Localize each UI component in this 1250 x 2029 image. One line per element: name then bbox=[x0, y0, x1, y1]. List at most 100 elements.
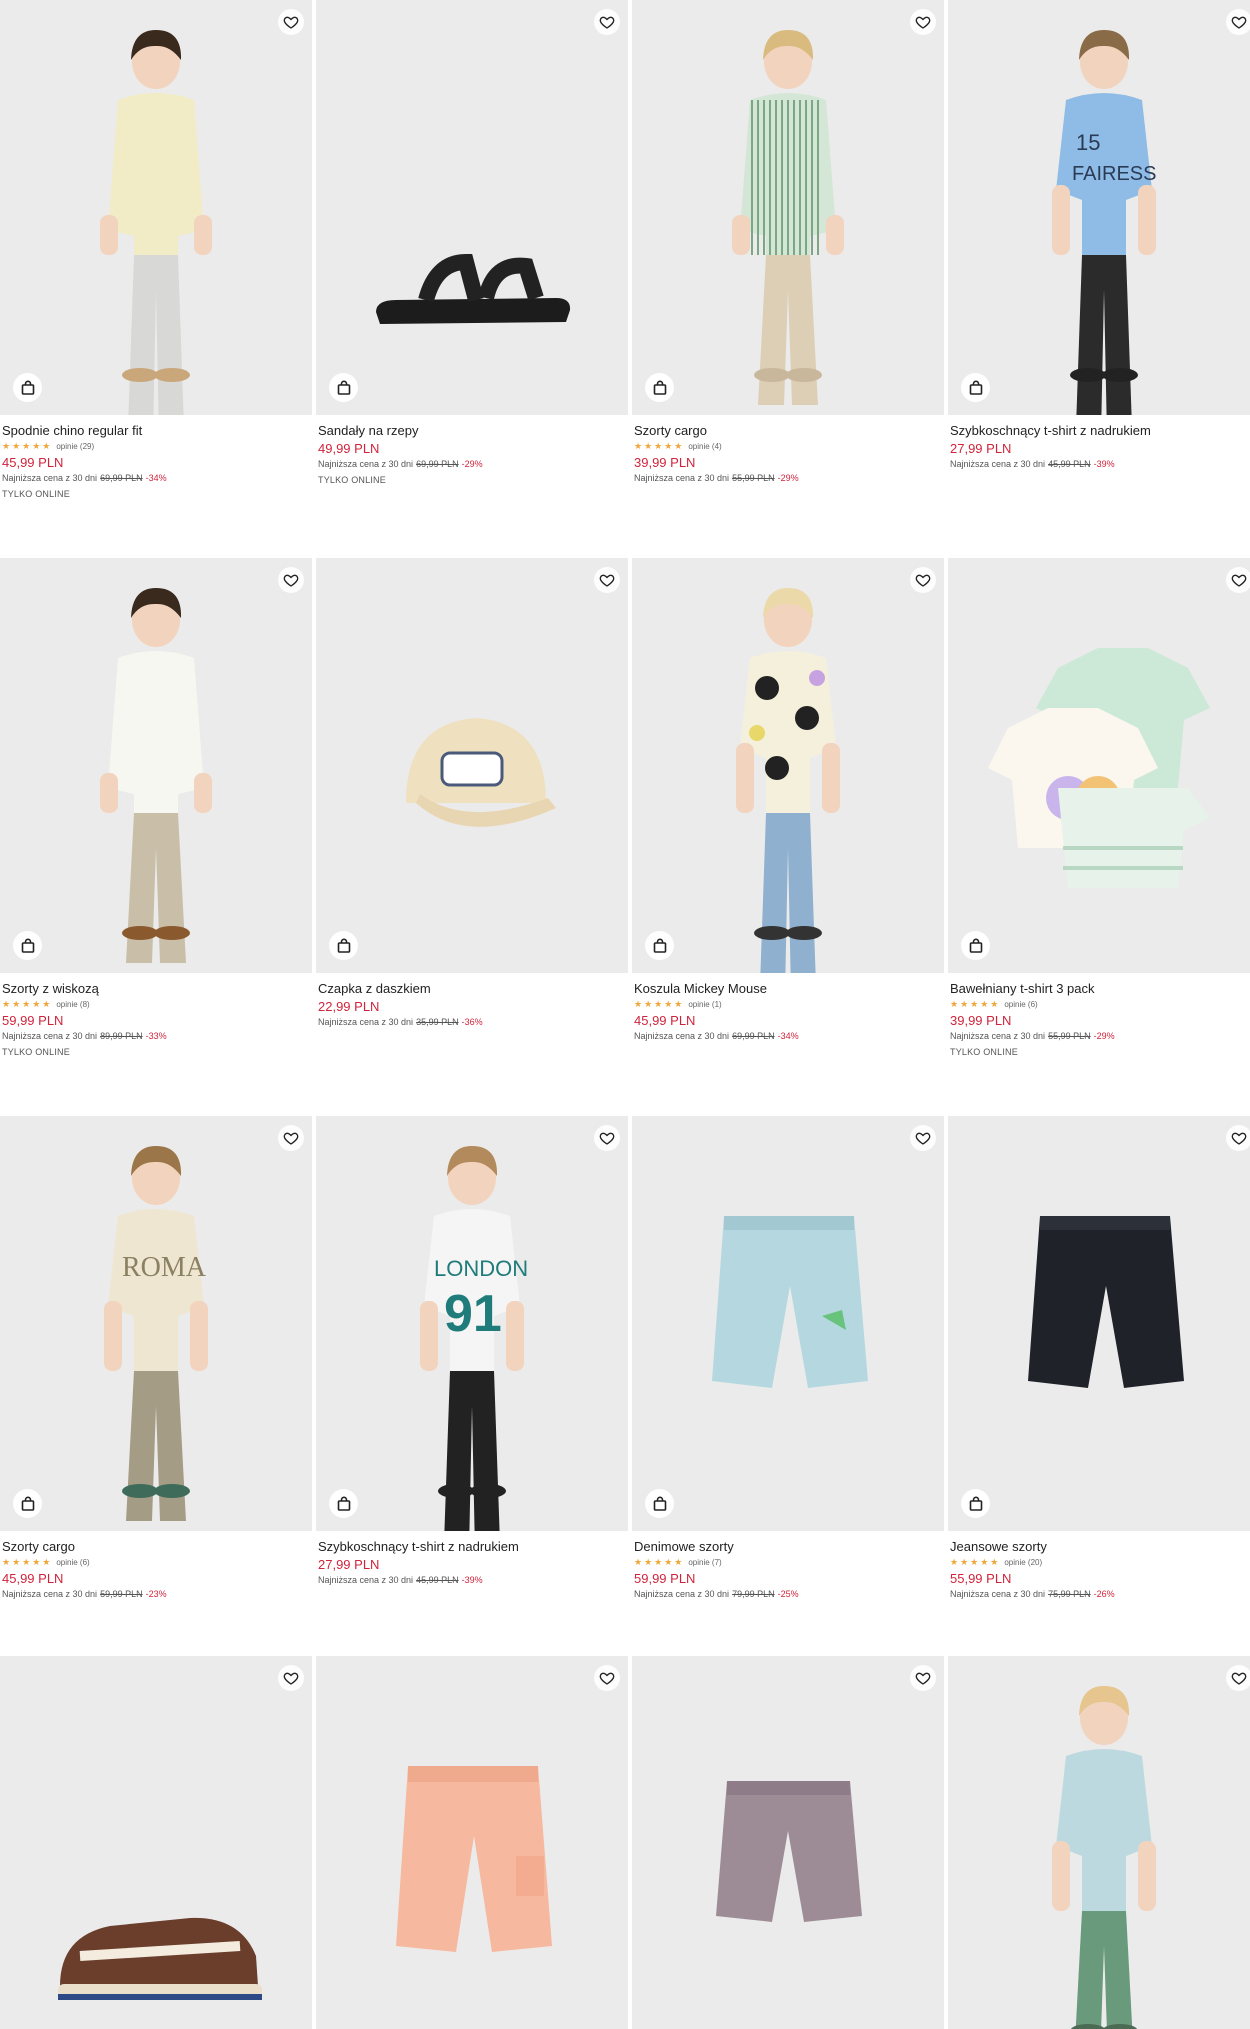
product-card[interactable]: LONDON 91 Szybkoschnący t-shirt z nadruki… bbox=[316, 1116, 628, 1587]
product-name[interactable]: Czapka z daszkiem bbox=[318, 980, 626, 997]
wishlist-heart-icon[interactable] bbox=[594, 567, 620, 593]
add-to-cart-bag-icon[interactable] bbox=[961, 1489, 990, 1518]
product-card[interactable]: Szorty cargo ★★★★★ opinie (4) 39,99 PLN … bbox=[632, 0, 944, 485]
wishlist-heart-icon[interactable] bbox=[910, 9, 936, 35]
product-card[interactable] bbox=[316, 1656, 628, 2029]
lowest-price-label: Najniższa cena z 30 dni bbox=[634, 1031, 730, 1041]
discount-percent: -39% bbox=[461, 1575, 483, 1585]
product-card[interactable]: Sandały na rzepy 49,99 PLN Najniższa cena… bbox=[316, 0, 628, 485]
lowest-price-30-days: Najniższa cena z 30 dni 55,99 PLN -29% bbox=[634, 471, 942, 485]
product-info: Szorty z wiskozą ★★★★★ opinie (8) 59,99 … bbox=[0, 973, 312, 1057]
add-to-cart-bag-icon[interactable] bbox=[961, 373, 990, 402]
product-name[interactable]: Denimowe szorty bbox=[634, 1538, 942, 1555]
svg-text:91: 91 bbox=[444, 1285, 502, 1343]
rating-stars: ★★★★★ bbox=[2, 440, 53, 451]
wishlist-heart-icon[interactable] bbox=[1226, 1125, 1250, 1151]
product-photo bbox=[406, 718, 556, 827]
product-name[interactable]: Bawełniany t-shirt 3 pack bbox=[950, 980, 1250, 997]
svg-text:15: 15 bbox=[1076, 130, 1100, 155]
product-image[interactable] bbox=[632, 1116, 944, 1531]
wishlist-heart-icon[interactable] bbox=[1226, 1665, 1250, 1691]
product-name[interactable]: Jeansowe szorty bbox=[950, 1538, 1250, 1555]
add-to-cart-bag-icon[interactable] bbox=[645, 373, 674, 402]
review-count: opinie (8) bbox=[56, 999, 90, 1009]
product-image[interactable] bbox=[632, 0, 944, 415]
old-price: 59,99 PLN bbox=[100, 1589, 143, 1599]
product-card[interactable]: Bawełniany t-shirt 3 pack ★★★★★ opinie (… bbox=[948, 558, 1250, 1057]
add-to-cart-bag-icon[interactable] bbox=[13, 1489, 42, 1518]
product-name[interactable]: Szorty cargo bbox=[2, 1538, 310, 1555]
lowest-price-label: Najniższa cena z 30 dni bbox=[950, 459, 1046, 469]
product-photo: ROMA bbox=[104, 1146, 208, 1521]
product-info: Koszula Mickey Mouse ★★★★★ opinie (1) 45… bbox=[632, 973, 944, 1043]
product-image[interactable] bbox=[948, 1116, 1250, 1531]
add-to-cart-bag-icon[interactable] bbox=[13, 931, 42, 960]
product-card[interactable]: FAIRESS 15 Szybkoschnący t-shirt z nadruk… bbox=[948, 0, 1250, 471]
wishlist-heart-icon[interactable] bbox=[278, 1125, 304, 1151]
product-image[interactable] bbox=[632, 1656, 944, 2029]
product-rating: ★★★★★ opinie (4) bbox=[634, 439, 942, 453]
product-card[interactable]: Denimowe szorty ★★★★★ opinie (7) 59,99 P… bbox=[632, 1116, 944, 1601]
product-card[interactable] bbox=[948, 1656, 1250, 2029]
product-image[interactable] bbox=[632, 558, 944, 973]
product-image[interactable] bbox=[316, 0, 628, 415]
product-image[interactable]: LONDON 91 bbox=[316, 1116, 628, 1531]
wishlist-heart-icon[interactable] bbox=[1226, 567, 1250, 593]
product-card[interactable]: Szorty z wiskozą ★★★★★ opinie (8) 59,99 … bbox=[0, 558, 312, 1057]
old-price: 45,99 PLN bbox=[416, 1575, 459, 1585]
product-name[interactable]: Szybkoschnący t-shirt z nadrukiem bbox=[950, 422, 1250, 439]
product-card[interactable] bbox=[632, 1656, 944, 2029]
current-price: 45,99 PLN bbox=[2, 455, 64, 470]
add-to-cart-bag-icon[interactable] bbox=[645, 1489, 674, 1518]
product-name[interactable]: Szorty z wiskozą bbox=[2, 980, 310, 997]
add-to-cart-bag-icon[interactable] bbox=[329, 373, 358, 402]
product-image[interactable] bbox=[948, 558, 1250, 973]
product-image[interactable] bbox=[0, 1656, 312, 2029]
product-image[interactable] bbox=[948, 1656, 1250, 2029]
product-card[interactable]: Jeansowe szorty ★★★★★ opinie (20) 55,99 … bbox=[948, 1116, 1250, 1601]
product-card[interactable]: Spodnie chino regular fit ★★★★★ opinie (… bbox=[0, 0, 312, 499]
product-image[interactable]: ROMA bbox=[0, 1116, 312, 1531]
wishlist-heart-icon[interactable] bbox=[278, 9, 304, 35]
svg-text:FAIRESS: FAIRESS bbox=[1072, 163, 1156, 185]
product-image[interactable] bbox=[316, 558, 628, 973]
wishlist-heart-icon[interactable] bbox=[910, 1665, 936, 1691]
product-name[interactable]: Szorty cargo bbox=[634, 422, 942, 439]
product-name[interactable]: Koszula Mickey Mouse bbox=[634, 980, 942, 997]
product-card[interactable]: Koszula Mickey Mouse ★★★★★ opinie (1) 45… bbox=[632, 558, 944, 1043]
product-info: Denimowe szorty ★★★★★ opinie (7) 59,99 P… bbox=[632, 1531, 944, 1601]
product-image[interactable] bbox=[0, 0, 312, 415]
lowest-price-30-days: Najniższa cena z 30 dni 69,99 PLN -34% bbox=[2, 471, 310, 485]
product-rating: ★★★★★ opinie (6) bbox=[950, 997, 1250, 1011]
review-count: opinie (1) bbox=[688, 999, 722, 1009]
product-card[interactable]: Czapka z daszkiem 22,99 PLN Najniższa cen… bbox=[316, 558, 628, 1029]
wishlist-heart-icon[interactable] bbox=[594, 9, 620, 35]
wishlist-heart-icon[interactable] bbox=[910, 1125, 936, 1151]
wishlist-heart-icon[interactable] bbox=[594, 1125, 620, 1151]
product-card[interactable]: ROMA Szorty cargo ★★★★★ opinie (6) 45,99… bbox=[0, 1116, 312, 1601]
add-to-cart-bag-icon[interactable] bbox=[961, 931, 990, 960]
product-image[interactable]: FAIRESS 15 bbox=[948, 0, 1250, 415]
wishlist-heart-icon[interactable] bbox=[278, 1665, 304, 1691]
add-to-cart-bag-icon[interactable] bbox=[13, 373, 42, 402]
add-to-cart-bag-icon[interactable] bbox=[329, 931, 358, 960]
product-image[interactable] bbox=[0, 558, 312, 973]
product-name[interactable]: Szybkoschnący t-shirt z nadrukiem bbox=[318, 1538, 626, 1555]
product-photo bbox=[736, 588, 840, 973]
discount-percent: -29% bbox=[1093, 1031, 1115, 1041]
wishlist-heart-icon[interactable] bbox=[1226, 9, 1250, 35]
current-price: 55,99 PLN bbox=[950, 1571, 1012, 1586]
lowest-price-label: Najniższa cena z 30 dni bbox=[950, 1589, 1046, 1599]
wishlist-heart-icon[interactable] bbox=[594, 1665, 620, 1691]
review-count: opinie (20) bbox=[1004, 1557, 1043, 1567]
product-card[interactable] bbox=[0, 1656, 312, 2029]
product-name[interactable]: Spodnie chino regular fit bbox=[2, 422, 310, 439]
product-image[interactable] bbox=[316, 1656, 628, 2029]
add-to-cart-bag-icon[interactable] bbox=[329, 1489, 358, 1518]
wishlist-heart-icon[interactable] bbox=[910, 567, 936, 593]
product-photo bbox=[1052, 1686, 1156, 2029]
add-to-cart-bag-icon[interactable] bbox=[645, 931, 674, 960]
wishlist-heart-icon[interactable] bbox=[278, 567, 304, 593]
product-name[interactable]: Sandały na rzepy bbox=[318, 422, 626, 439]
product-info: Szorty cargo ★★★★★ opinie (4) 39,99 PLN … bbox=[632, 415, 944, 485]
